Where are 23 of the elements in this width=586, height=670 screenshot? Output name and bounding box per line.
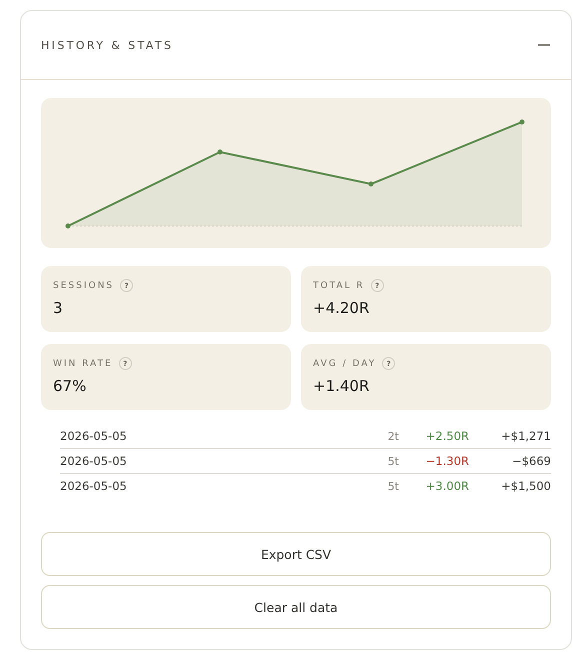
stat-value: +1.40R bbox=[313, 377, 370, 395]
session-date: 2026-05-05 bbox=[60, 429, 128, 443]
trade-count: 5t bbox=[386, 480, 399, 492]
stat-value: 67% bbox=[53, 377, 88, 395]
stat-label: SESSIONS bbox=[53, 280, 114, 290]
stat-value: 3 bbox=[53, 299, 64, 317]
session-date: 2026-05-05 bbox=[60, 454, 128, 468]
r-value: +3.00R bbox=[424, 479, 469, 493]
stat-label: WIN RATE bbox=[53, 358, 113, 368]
pnl-value: −$669 bbox=[511, 454, 551, 468]
panel-title: HISTORY & STATS bbox=[41, 38, 174, 52]
stat-label: TOTAL R bbox=[313, 280, 365, 290]
trade-count: 2t bbox=[386, 430, 399, 442]
stat-value: +4.20R bbox=[313, 299, 370, 317]
r-value: −1.30R bbox=[424, 454, 469, 468]
trade-count: 5t bbox=[386, 454, 399, 468]
pnl-value: +$1,271 bbox=[500, 429, 551, 443]
action-button[interactable]: Clear all data bbox=[41, 585, 551, 629]
r-value: +2.50R bbox=[424, 429, 469, 443]
stat-label: AVG / DAY bbox=[313, 358, 376, 368]
pnl-value: +$1,500 bbox=[500, 479, 551, 493]
action-button[interactable]: Export CSV bbox=[41, 532, 551, 576]
session-date: 2026-05-05 bbox=[60, 479, 128, 493]
